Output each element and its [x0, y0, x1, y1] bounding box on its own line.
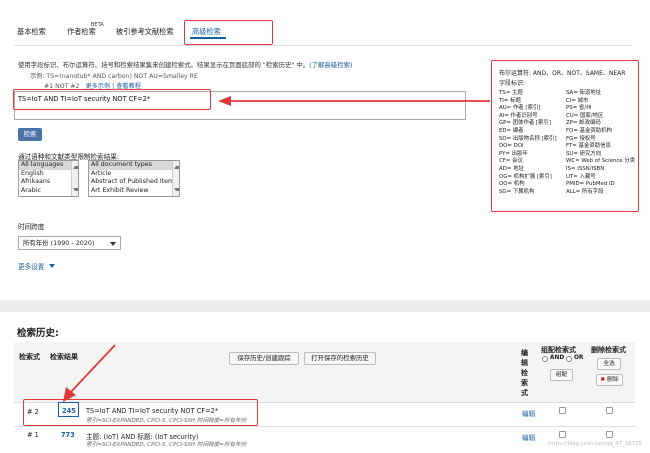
doctype-option[interactable]: All document types: [89, 161, 179, 170]
language-scrollbar[interactable]: [71, 161, 78, 196]
boolean-operators-panel: 布尔运算符: AND、OR、NOT、SAME、NEAR 字段标识: TS= 主题…: [491, 60, 639, 212]
field-tag: FO= 基金资助机构: [566, 127, 612, 134]
col-edit-set: 编辑检索式: [521, 349, 528, 397]
result-count-link[interactable]: 773: [61, 431, 75, 439]
field-tag: ZP= 邮政编码: [566, 120, 601, 127]
doctype-option[interactable]: Abstract of Published Item: [89, 178, 179, 187]
field-tags-left-column: TS= 主题 TI= 标题 AU= 作者 [索引] AI= 作者识别号 GP= …: [499, 90, 557, 196]
doctype-listbox[interactable]: All document types Article Abstract of P…: [88, 160, 180, 197]
delete-checkbox[interactable]: [606, 431, 613, 438]
set-meta: 索引=SCI-EXPANDED, CPCI-S, CPCI-SSH 时间跨度=所…: [86, 442, 247, 448]
edit-link[interactable]: 编辑: [522, 408, 535, 418]
timespan-value: 所有年份 (1990 - 2020): [23, 239, 95, 247]
combine-and-label: AND: [550, 355, 565, 361]
field-tag: SA= 街道地址: [566, 90, 602, 96]
language-option[interactable]: Afrikaans: [19, 178, 78, 187]
combine-checkbox[interactable]: [559, 407, 566, 414]
delete-checkbox[interactable]: [606, 407, 613, 414]
combine-and-radio[interactable]: [542, 356, 548, 362]
field-tag: GP= 团体作者 [索引]: [499, 120, 551, 127]
example-1: 示例: TS=(nanotub* AND carbon) NOT AU=Smal…: [30, 73, 198, 80]
delete-button[interactable]: ✖ 删除: [596, 374, 623, 386]
watermark: https://blog.csdn.net/qq_47_16725: [548, 441, 642, 447]
beta-badge: BETA: [91, 22, 104, 28]
field-tag: OG= 机构扩展 [索引]: [499, 173, 552, 180]
doctype-scrollbar[interactable]: [172, 161, 179, 196]
language-listbox[interactable]: All languages English Afrikaans Arabic: [18, 160, 79, 197]
timespan-label: 时间跨度: [18, 223, 45, 231]
annotation-arrow-results: [63, 344, 116, 402]
field-tag: PS= 省/州: [566, 105, 592, 112]
more-settings-link[interactable]: 更多设置: [18, 261, 44, 271]
delete-x-icon: ✖: [600, 377, 606, 383]
save-history-button[interactable]: 保存历史/创建跟踪: [229, 352, 299, 365]
section-divider: [0, 300, 650, 312]
combine-or-radio[interactable]: [566, 356, 572, 362]
doctype-option[interactable]: Article: [89, 170, 179, 179]
edit-link[interactable]: 编辑: [522, 432, 535, 442]
tab-cited-reference-search[interactable]: 被引参考文献检索: [116, 27, 174, 37]
language-option[interactable]: All languages: [19, 161, 78, 170]
field-tag: TS= 主题: [499, 90, 523, 96]
field-tag: UT= 入藏号: [566, 173, 596, 180]
field-tag: WC= Web of Science 分类: [566, 158, 636, 165]
timespan-select[interactable]: 所有年份 (1990 - 2020): [18, 236, 121, 250]
field-tag: OO= 机构: [499, 181, 525, 188]
search-history-title: 检索历史:: [17, 328, 59, 339]
col-combine-sets: 组配检索式: [541, 346, 576, 354]
col-search-set: 检索式: [19, 353, 40, 361]
field-tag: DO= DOI: [499, 143, 524, 150]
annotation-box-history-row: [23, 399, 258, 426]
language-option[interactable]: English: [19, 170, 78, 179]
field-tag: ALL= 所有字段: [566, 188, 604, 195]
language-option[interactable]: Arabic: [19, 187, 78, 196]
field-tag: PMID= PubMed ID: [566, 181, 615, 188]
field-tag: SG= 下属机构: [499, 188, 535, 195]
combine-button[interactable]: 组配: [550, 369, 573, 381]
learn-advanced-search-link[interactable]: (了解高级检索): [309, 61, 352, 69]
field-tags-title: 字段标识:: [499, 80, 526, 87]
annotation-arrow-query: [218, 96, 490, 106]
annotation-box-advanced-tab: [184, 20, 273, 45]
chevron-down-icon[interactable]: [49, 264, 55, 268]
field-tag: AU= 作者 [索引]: [499, 105, 541, 112]
search-button[interactable]: 检索: [18, 128, 42, 141]
doctype-option[interactable]: Art Exhibit Review: [89, 187, 179, 196]
field-tag: SO= 出版物名称 [索引]: [499, 135, 557, 142]
tab-author-search[interactable]: 作者检索: [67, 27, 96, 37]
combine-or-label: OR: [574, 355, 584, 361]
field-tag: AD= 地址: [499, 165, 524, 172]
annotation-box-query: [13, 89, 211, 110]
help-text-body: 使用字段标识、布尔运算符、括号和检索结果集来创建检索式。结果显示在页面底部的 "…: [18, 61, 310, 69]
tab-basic-search[interactable]: 基本检索: [17, 27, 46, 37]
combine-checkbox[interactable]: [559, 431, 566, 438]
field-tag: IS= ISSN/ISBN: [566, 165, 605, 172]
set-number: # 1: [27, 431, 39, 439]
chevron-down-icon: [110, 242, 116, 246]
help-text: 使用字段标识、布尔运算符、括号和检索结果集来创建检索式。结果显示在页面底部的 "…: [18, 60, 352, 69]
field-tag: CF= 会议: [499, 158, 523, 165]
tab-divider: [14, 45, 632, 46]
field-tag: ED= 编者: [499, 127, 524, 134]
select-all-button[interactable]: 全选: [597, 358, 621, 370]
field-tags-right-column: SA= 街道地址 CI= 城市 PS= 省/州 CU= 国家/地区 ZP= 邮政…: [566, 90, 635, 196]
delete-button-label: 删除: [607, 377, 619, 383]
row-separator: [14, 426, 635, 427]
open-saved-history-button[interactable]: 打开保存的检索历史: [304, 352, 376, 365]
field-tag: FT= 基金资助信息: [566, 143, 611, 150]
col-delete-sets: 删除检索式: [591, 346, 626, 354]
boolean-operators-title: 布尔运算符: AND、OR、NOT、SAME、NEAR: [499, 70, 626, 77]
